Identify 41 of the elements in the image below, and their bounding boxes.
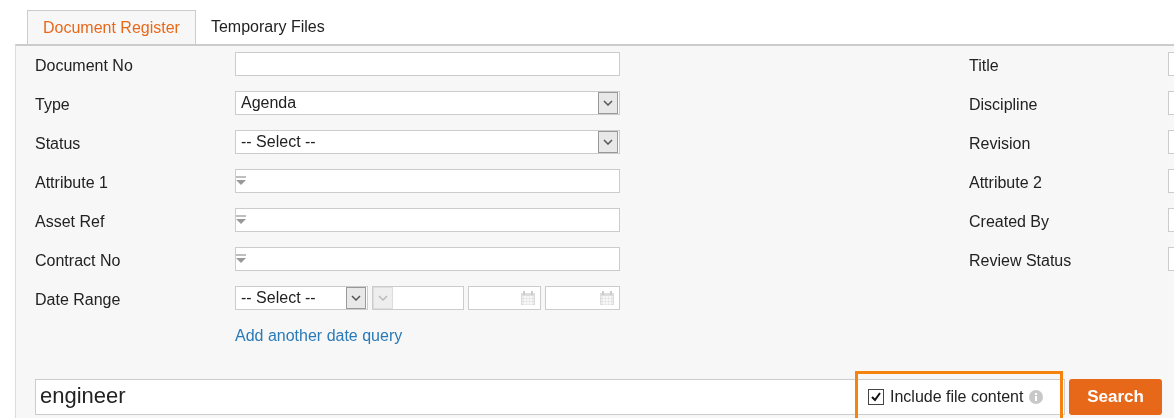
dropdown[interactable]	[372, 286, 464, 310]
dropdown[interactable]: -- Select --	[235, 130, 620, 154]
checkmark-icon	[871, 392, 881, 402]
field-label: Review Status	[969, 251, 1073, 271]
field-label: Date Range	[35, 290, 122, 310]
field-label: Status	[35, 134, 82, 154]
field-label: Document No	[35, 56, 134, 76]
chevron-down-icon	[351, 295, 362, 301]
field-label: Attribute 2	[969, 173, 1043, 193]
field-label: Contract No	[35, 251, 122, 271]
sort-arrows-icon	[236, 214, 246, 226]
dropdown-button[interactable]	[598, 131, 618, 153]
field-label: Discipline	[969, 95, 1039, 115]
combo-field[interactable]	[235, 208, 620, 232]
combo-field[interactable]	[235, 247, 620, 271]
checkbox[interactable]	[868, 389, 884, 405]
text-field[interactable]	[235, 52, 620, 76]
field-label: Attribute 1	[35, 173, 109, 193]
combo-field[interactable]	[235, 169, 620, 193]
calendar-icon	[599, 290, 615, 306]
checkbox-label: Include file content	[890, 388, 1024, 406]
date-field[interactable]	[467, 286, 542, 310]
field-label: Asset Ref	[35, 212, 106, 232]
dropdown-button[interactable]	[598, 92, 618, 114]
chevron-down-icon	[603, 100, 613, 106]
date-query-link[interactable]: Add another date query	[235, 325, 403, 345]
field-label: Created By	[969, 212, 1051, 232]
dropdown[interactable]: -- Select --	[235, 286, 369, 310]
field-label: Title	[969, 56, 1000, 76]
tab[interactable]: Temporary Files	[195, 10, 340, 45]
chevron-down-icon	[378, 295, 389, 301]
dropdown-button[interactable]	[346, 287, 367, 309]
sort-arrows-icon	[236, 175, 246, 187]
date-field[interactable]	[545, 286, 620, 310]
calendar-icon	[520, 290, 537, 306]
field-label: Revision	[969, 134, 1032, 154]
dropdown[interactable]: Agenda	[235, 91, 620, 115]
info-icon	[1029, 390, 1044, 404]
chevron-down-icon	[603, 139, 613, 145]
field-label: Type	[35, 95, 71, 115]
sort-arrows-icon	[236, 253, 246, 265]
